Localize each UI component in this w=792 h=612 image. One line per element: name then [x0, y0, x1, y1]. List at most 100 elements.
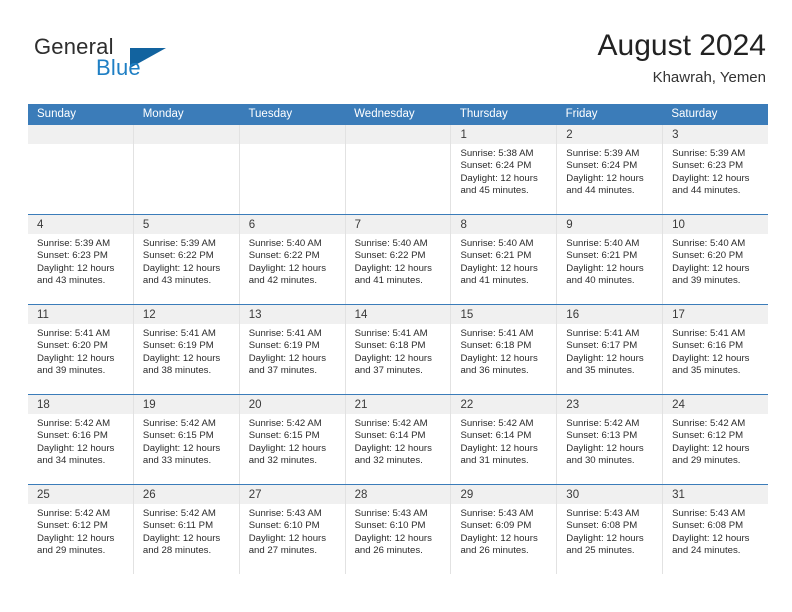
calendar-day-cell[interactable]: 22 Sunrise: 5:42 AM Sunset: 6:14 PM Dayligh… — [451, 395, 558, 484]
calendar-day-cell[interactable]: 31 Sunrise: 5:43 AM Sunset: 6:08 PM Dayligh… — [663, 485, 769, 574]
daylight-text-line1: Daylight: 12 hours — [354, 532, 432, 544]
day-number-band: 9 — [557, 215, 663, 234]
sunrise-text: Sunrise: 5:41 AM — [354, 328, 428, 339]
sunrise-text: Sunrise: 5:39 AM — [566, 148, 640, 159]
day-number: 3 — [672, 129, 679, 141]
logo-text-blue: Blue — [96, 55, 141, 80]
day-number-band: 19 — [133, 395, 239, 414]
daylight-text-line1: Daylight: 12 hours — [37, 532, 115, 544]
calendar-day-cell[interactable]: 23 Sunrise: 5:42 AM Sunset: 6:13 PM Dayligh… — [557, 395, 664, 484]
day-sun-info: Sunrise: 5:41 AM Sunset: 6:19 PM Daylight:… — [240, 324, 345, 384]
daylight-text-line1: Daylight: 12 hours — [672, 442, 750, 454]
day-number: 16 — [566, 309, 580, 321]
day-number: 28 — [354, 489, 368, 501]
daylight-text-line2: and 28 minutes. — [142, 545, 212, 557]
sunrise-text: Sunrise: 5:42 AM — [142, 508, 216, 519]
calendar-day-cell[interactable]: 12 Sunrise: 5:41 AM Sunset: 6:19 PM Dayligh… — [133, 305, 240, 394]
calendar-day-cell[interactable]: 29 Sunrise: 5:43 AM Sunset: 6:09 PM Dayligh… — [451, 485, 558, 574]
day-sun-info: Sunrise: 5:40 AM Sunset: 6:21 PM Daylight:… — [557, 234, 662, 294]
day-number-band: 22 — [451, 395, 557, 414]
sunset-text: Sunset: 6:09 PM — [460, 520, 532, 532]
calendar-day-cell[interactable]: 17 Sunrise: 5:41 AM Sunset: 6:16 PM Dayligh… — [663, 305, 769, 394]
sunset-text: Sunset: 6:23 PM — [37, 250, 108, 262]
general-blue-logo[interactable]: General Blue — [34, 34, 214, 90]
day-number: 29 — [460, 489, 474, 501]
calendar-day-cell[interactable]: 2 Sunrise: 5:39 AM Sunset: 6:24 PM Daylight… — [557, 125, 664, 214]
day-sun-info: Sunrise: 5:39 AM Sunset: 6:24 PM Daylight:… — [557, 144, 662, 204]
calendar-day-cell[interactable]: 8 Sunrise: 5:40 AM Sunset: 6:21 PM Daylight… — [451, 215, 558, 304]
calendar-day-cell[interactable]: 11 Sunrise: 5:41 AM Sunset: 6:20 PM Dayligh… — [28, 305, 134, 394]
sunrise-text: Sunrise: 5:41 AM — [37, 328, 111, 339]
calendar-day-cell[interactable]: 25 Sunrise: 5:42 AM Sunset: 6:12 PM Dayligh… — [28, 485, 134, 574]
daylight-text-line2: and 44 minutes. — [566, 185, 635, 197]
calendar-day-cell[interactable]: 6 Sunrise: 5:40 AM Sunset: 6:22 PM Daylight… — [239, 215, 346, 304]
day-number-band: 10 — [663, 215, 769, 234]
calendar-day-cell[interactable]: 24 Sunrise: 5:42 AM Sunset: 6:12 PM Dayligh… — [663, 395, 769, 484]
sunset-text: Sunset: 6:14 PM — [354, 430, 426, 442]
calendar-day-cell[interactable]: 5 Sunrise: 5:39 AM Sunset: 6:22 PM Daylight… — [133, 215, 240, 304]
sunrise-text: Sunrise: 5:40 AM — [460, 238, 534, 249]
calendar-day-cell[interactable]: 14 Sunrise: 5:41 AM Sunset: 6:18 PM Dayligh… — [345, 305, 452, 394]
day-sun-info: Sunrise: 5:40 AM Sunset: 6:22 PM Daylight:… — [346, 234, 451, 294]
calendar-day-cell[interactable]: 27 Sunrise: 5:43 AM Sunset: 6:10 PM Dayligh… — [239, 485, 346, 574]
daylight-text-line1: Daylight: 12 hours — [460, 532, 538, 544]
day-sun-info: Sunrise: 5:42 AM Sunset: 6:15 PM Daylight:… — [240, 414, 345, 474]
calendar-day-cell[interactable]: 10 Sunrise: 5:40 AM Sunset: 6:20 PM Dayligh… — [663, 215, 769, 304]
day-number: 6 — [248, 219, 256, 231]
calendar-day-cell[interactable]: 20 Sunrise: 5:42 AM Sunset: 6:15 PM Dayligh… — [239, 395, 346, 484]
sunset-text: Sunset: 6:20 PM — [37, 340, 108, 352]
calendar-day-cell[interactable]: 28 Sunrise: 5:43 AM Sunset: 6:10 PM Dayligh… — [345, 485, 452, 574]
sunset-text: Sunset: 6:22 PM — [354, 250, 426, 262]
sunset-text: Sunset: 6:17 PM — [566, 340, 638, 352]
daylight-text-line2: and 43 minutes. — [37, 275, 106, 287]
sunrise-text: Sunrise: 5:42 AM — [248, 418, 322, 429]
sunset-text: Sunset: 6:22 PM — [248, 250, 320, 262]
calendar-day-cell[interactable]: 13 Sunrise: 5:41 AM Sunset: 6:19 PM Dayligh… — [239, 305, 346, 394]
day-number-band — [133, 125, 239, 144]
calendar-empty-cell — [133, 125, 240, 214]
day-number: 23 — [566, 399, 580, 411]
day-number-band: 28 — [345, 485, 451, 504]
sunrise-text: Sunrise: 5:42 AM — [37, 508, 111, 519]
calendar-empty-cell — [28, 125, 134, 214]
title-block: August 2024 Khawrah, Yemen — [598, 28, 766, 87]
weekday-header-friday: Friday — [565, 108, 598, 120]
calendar-day-cell[interactable]: 18 Sunrise: 5:42 AM Sunset: 6:16 PM Dayligh… — [28, 395, 134, 484]
calendar-day-cell[interactable]: 7 Sunrise: 5:40 AM Sunset: 6:22 PM Daylight… — [345, 215, 452, 304]
day-number: 22 — [460, 399, 474, 411]
weekday-header-thursday: Thursday — [459, 108, 508, 120]
day-sun-info: Sunrise: 5:41 AM Sunset: 6:18 PM Daylight:… — [346, 324, 451, 384]
calendar-empty-cell — [239, 125, 346, 214]
daylight-text-line2: and 29 minutes. — [672, 455, 741, 467]
sunset-text: Sunset: 6:08 PM — [566, 520, 638, 532]
calendar-day-cell[interactable]: 1 Sunrise: 5:38 AM Sunset: 6:24 PM Daylight… — [451, 125, 558, 214]
calendar-day-cell[interactable]: 15 Sunrise: 5:41 AM Sunset: 6:18 PM Dayligh… — [451, 305, 558, 394]
daylight-text-line2: and 24 minutes. — [672, 545, 741, 557]
day-number: 14 — [354, 309, 368, 321]
sunset-text: Sunset: 6:16 PM — [37, 430, 108, 442]
day-sun-info: Sunrise: 5:40 AM Sunset: 6:20 PM Daylight:… — [663, 234, 768, 294]
daylight-text-line2: and 30 minutes. — [566, 455, 635, 467]
calendar-day-cell[interactable]: 9 Sunrise: 5:40 AM Sunset: 6:21 PM Daylight… — [557, 215, 664, 304]
daylight-text-line2: and 36 minutes. — [460, 365, 529, 377]
sunset-text: Sunset: 6:22 PM — [142, 250, 214, 262]
daylight-text-line2: and 29 minutes. — [37, 545, 106, 557]
daylight-text-line1: Daylight: 12 hours — [248, 262, 327, 274]
calendar-day-cell[interactable]: 16 Sunrise: 5:41 AM Sunset: 6:17 PM Dayligh… — [557, 305, 664, 394]
day-number: 24 — [672, 399, 685, 411]
daylight-text-line1: Daylight: 12 hours — [354, 442, 432, 454]
calendar-day-cell[interactable]: 4 Sunrise: 5:39 AM Sunset: 6:23 PM Daylight… — [28, 215, 134, 304]
calendar-day-cell[interactable]: 26 Sunrise: 5:42 AM Sunset: 6:11 PM Dayligh… — [133, 485, 240, 574]
day-number-band: 31 — [663, 485, 769, 504]
calendar-grid: Sunday Monday Tuesday Wednesday Thursday Frid… — [28, 104, 769, 574]
day-number-band: 30 — [557, 485, 663, 504]
calendar-day-cell[interactable]: 30 Sunrise: 5:43 AM Sunset: 6:08 PM Dayligh… — [557, 485, 664, 574]
sunrise-text: Sunrise: 5:43 AM — [354, 508, 428, 519]
daylight-text-line2: and 40 minutes. — [566, 275, 635, 287]
calendar-day-cell[interactable]: 3 Sunrise: 5:39 AM Sunset: 6:23 PM Daylight… — [663, 125, 769, 214]
day-sun-info: Sunrise: 5:41 AM Sunset: 6:18 PM Daylight:… — [451, 324, 556, 384]
sunrise-text: Sunrise: 5:42 AM — [672, 418, 746, 429]
calendar-day-cell[interactable]: 19 Sunrise: 5:42 AM Sunset: 6:15 PM Dayligh… — [133, 395, 240, 484]
calendar-day-cell[interactable]: 21 Sunrise: 5:42 AM Sunset: 6:14 PM Dayligh… — [345, 395, 452, 484]
day-sun-info: Sunrise: 5:43 AM Sunset: 6:08 PM Daylight:… — [663, 504, 768, 564]
